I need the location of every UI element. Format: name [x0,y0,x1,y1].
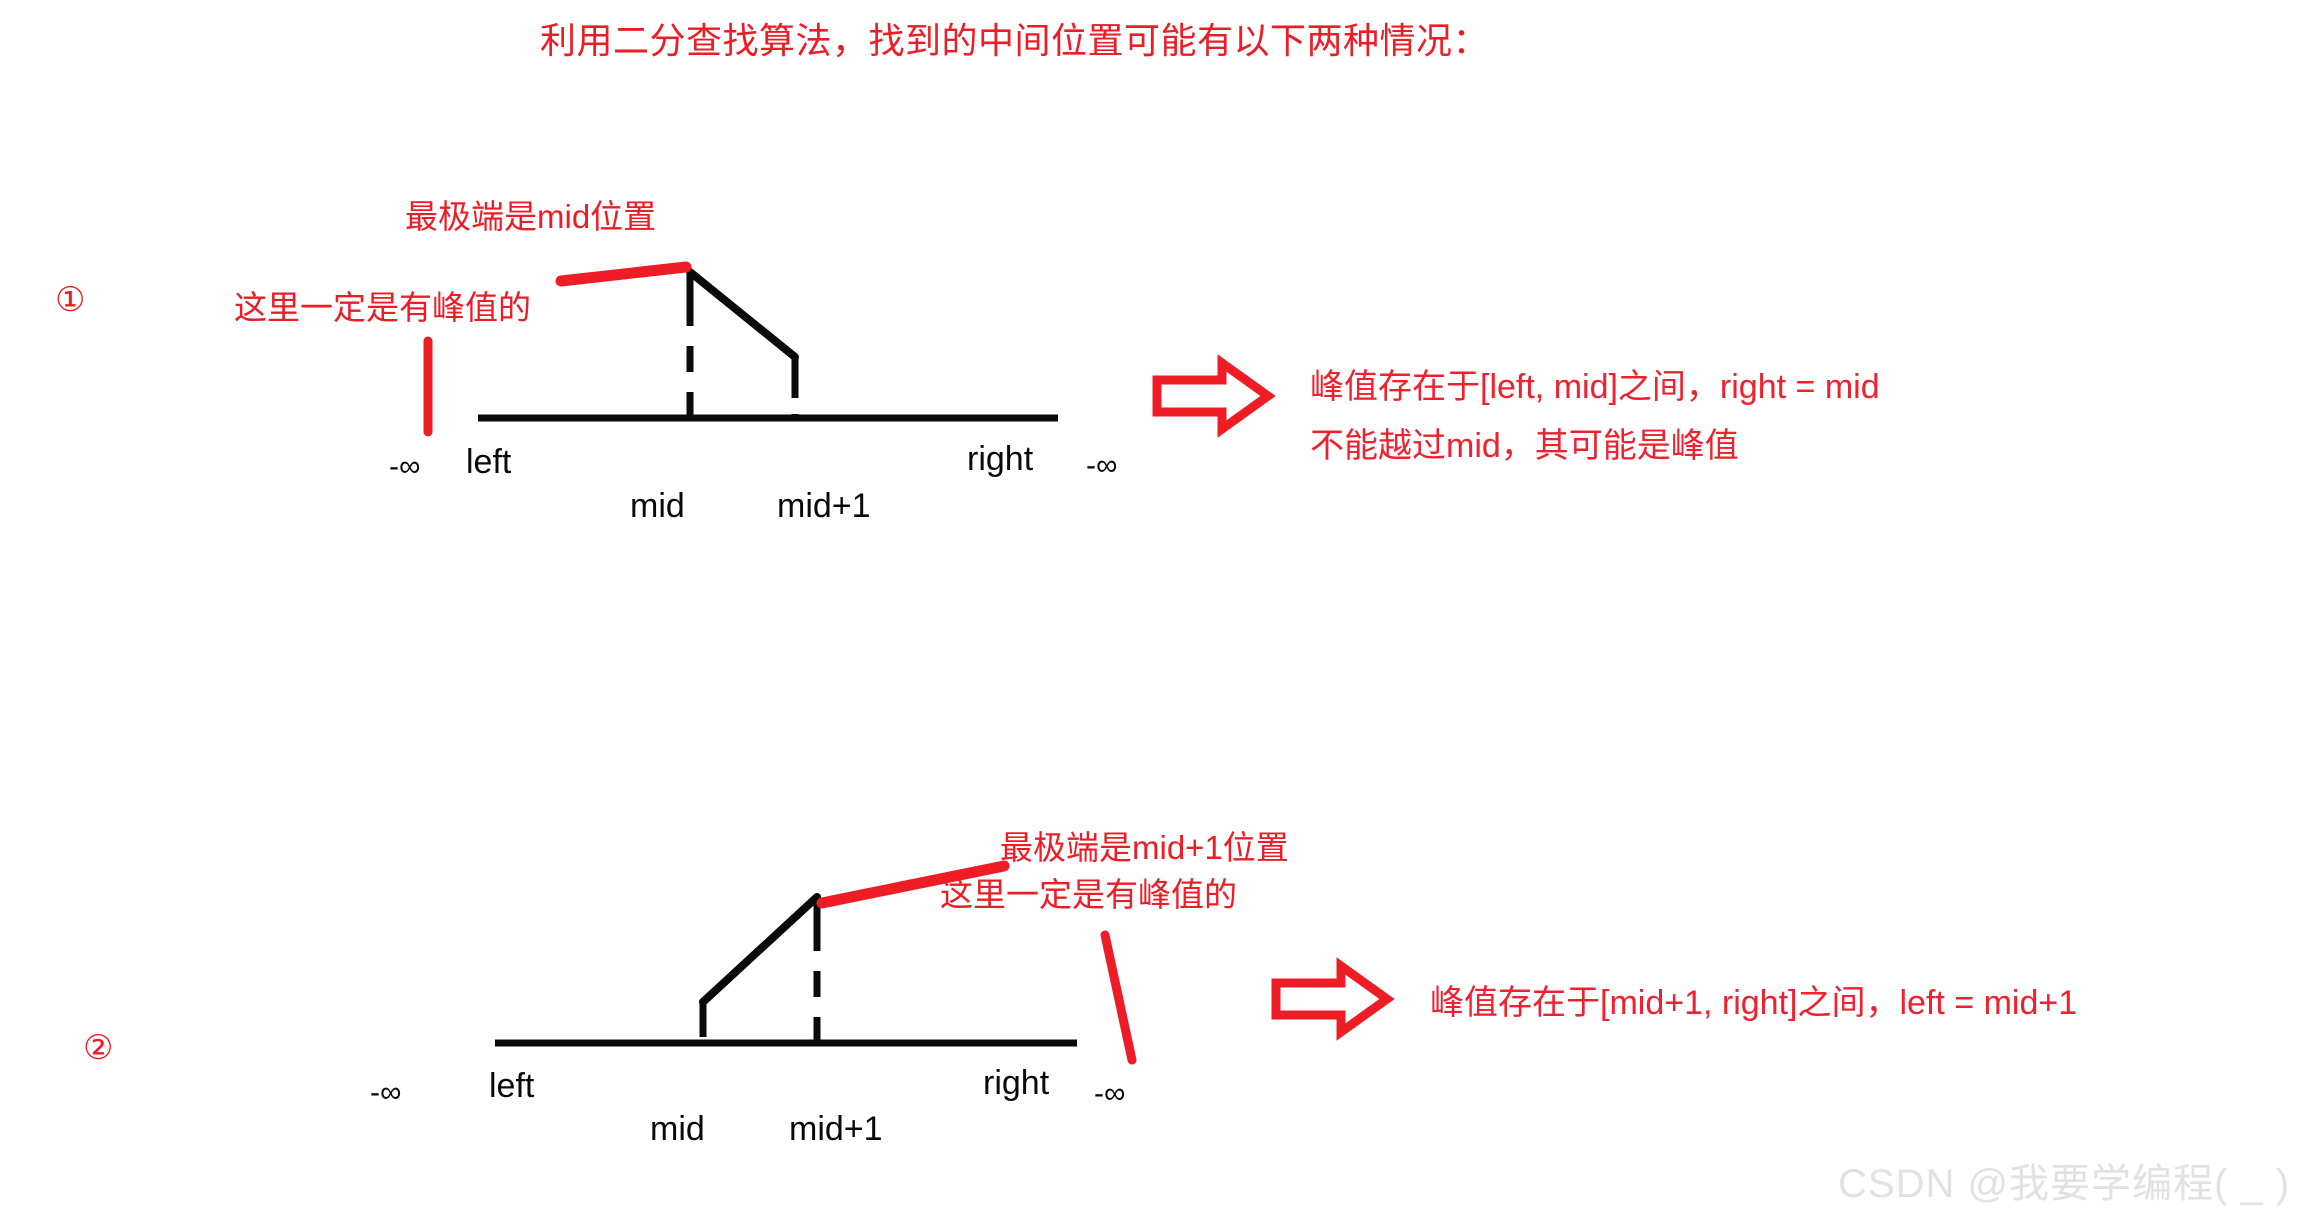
case1-note-top: 最极端是mid位置 [405,198,657,235]
case2-note-top: 最极端是mid+1位置 [1000,829,1289,866]
case2-label-right-infinity: -∞ [1094,1077,1126,1110]
case2-label-left-infinity: -∞ [370,1076,402,1109]
vector-layer [423,261,1395,1065]
case1-block-arrow [1152,354,1276,438]
case2-ascending-edge [699,893,821,1006]
case2-label-mid: mid [650,1110,705,1148]
case1-label-left-infinity: -∞ [389,450,421,483]
case2-conclusion-line1: 峰值存在于[mid+1, right]之间，left = mid+1 [1430,984,2078,1022]
case2-note-bottom: 这里一定是有峰值的 [940,876,1237,913]
case2-right-pointer-line [1100,930,1137,1065]
case2-label-right: right [983,1064,1050,1102]
csdn-watermark: CSDN @我要学编程( _ ) [1838,1162,2291,1206]
diagram-canvas: 利用二分查找算法，找到的中间位置可能有以下两种情况： ① 最极端是mid位置 这… [0,0,2321,1217]
case2-block-arrow [1271,957,1395,1041]
case1-label-right-infinity: -∞ [1086,449,1118,482]
case2-label-mid-plus-1: mid+1 [789,1110,883,1148]
case1-label-mid-plus-1: mid+1 [777,487,871,525]
case1-marker: ① [55,281,86,319]
case1-label-right: right [967,440,1034,478]
case1-conclusion-line1: 峰值存在于[left, mid]之间，right = mid [1310,368,1880,406]
case1-conclusion-line2: 不能越过mid，其可能是峰值 [1310,427,1739,465]
case1-note-bottom: 这里一定是有峰值的 [234,289,531,326]
case1-descending-edge [686,268,799,361]
case1-label-mid: mid [630,487,685,525]
case1-peak-pointer-line [555,261,692,287]
case2-marker: ② [83,1029,114,1067]
page-title: 利用二分查找算法，找到的中间位置可能有以下两种情况： [540,20,1490,61]
case1-label-left: left [466,443,512,481]
case2-label-left: left [489,1067,535,1105]
